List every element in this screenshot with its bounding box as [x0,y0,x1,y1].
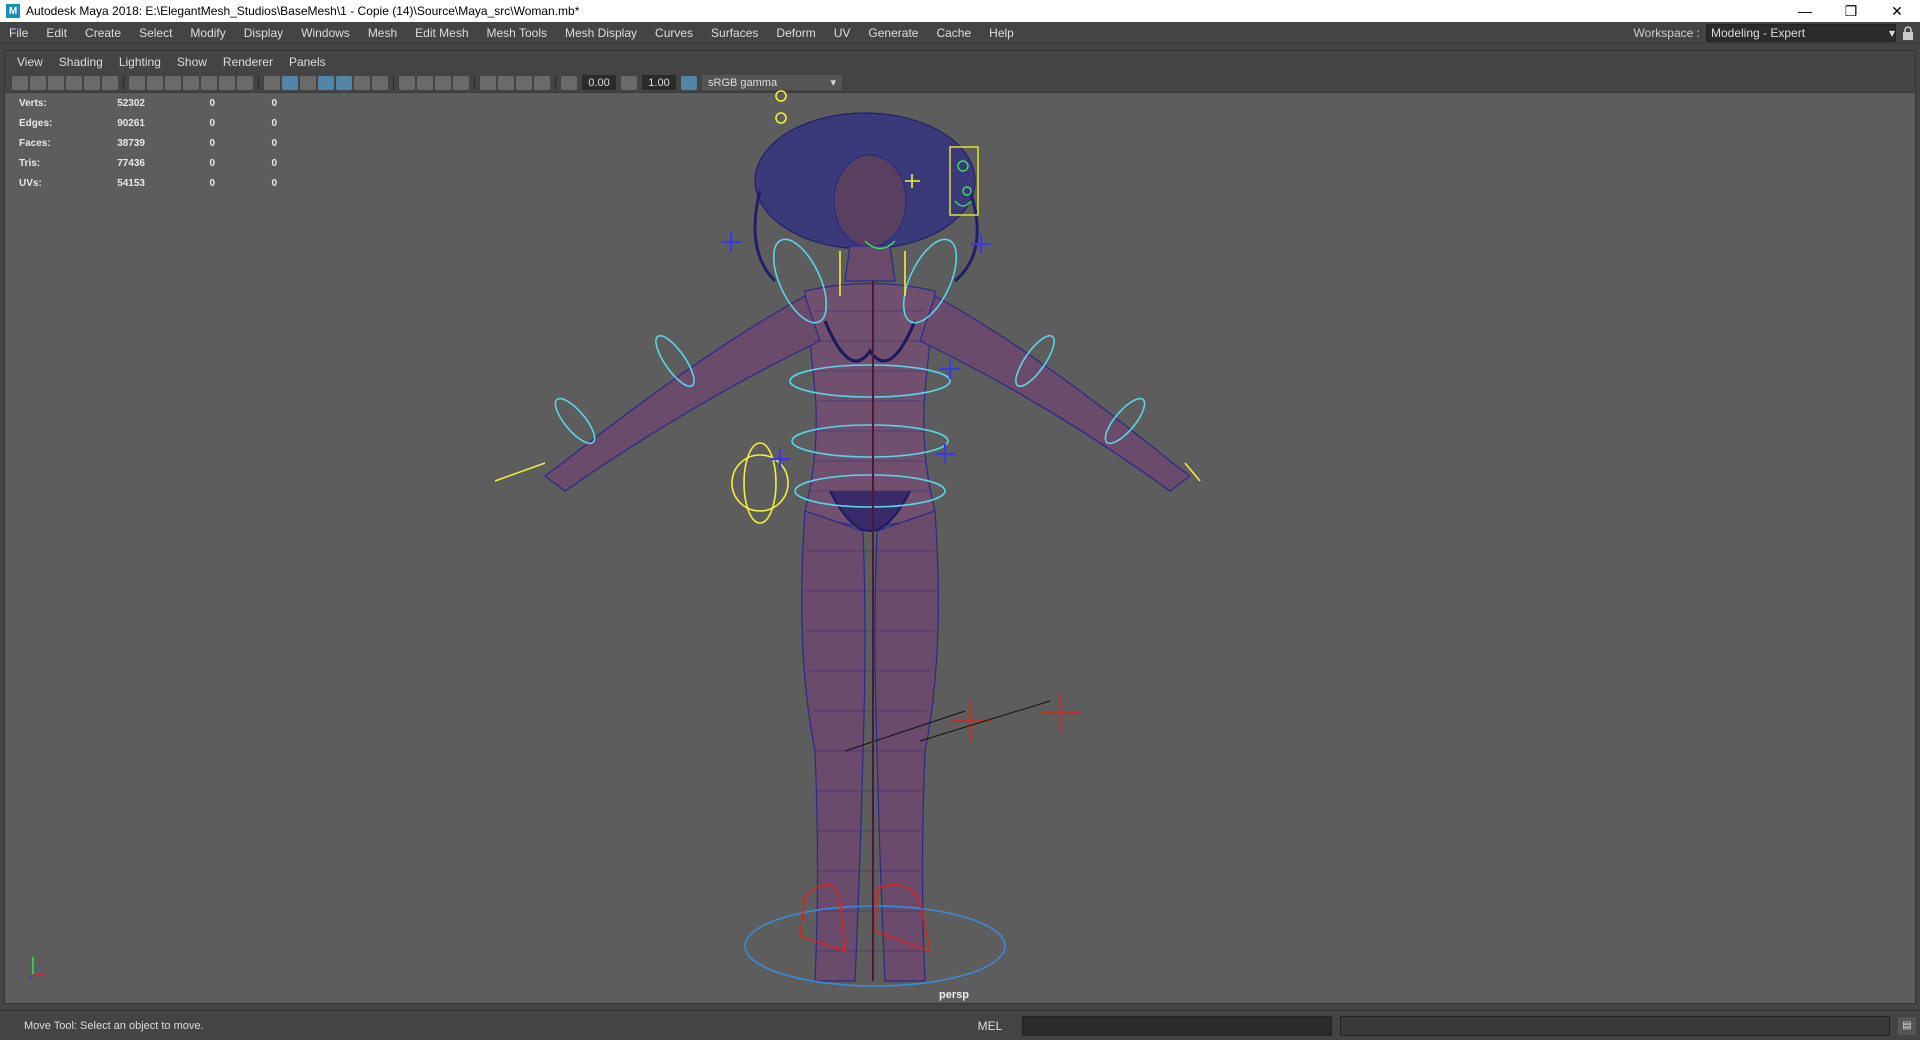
camera-name-label: persp [939,989,969,1001]
menu-deform[interactable]: Deform [767,26,824,40]
status-bar: Move Tool: Select an object to move. MEL… [0,1010,1920,1040]
menu-windows[interactable]: Windows [292,26,359,40]
menu-curves[interactable]: Curves [646,26,702,40]
hud-value: 0 [271,137,277,149]
workspace-selector: Workspace : Modeling - Expert ▾ [1634,22,1920,44]
menu-uv[interactable]: UV [825,26,860,40]
hud-label: Tris: [19,157,41,169]
command-result-field [1340,1015,1890,1036]
view-axis-icon [25,951,55,984]
right-leg-mesh [874,510,939,982]
hud-value: 0 [271,177,277,189]
hud-value: 77436 [117,157,145,169]
head-mesh [833,154,907,248]
menu-generate[interactable]: Generate [859,26,927,40]
workspace-dropdown[interactable]: Modeling - Expert ▾ [1706,24,1896,42]
hud-row-verts: Verts: 52302 0 0 [19,93,277,113]
hud-value: 0 [209,97,215,109]
hud-value: 38739 [117,137,145,149]
close-button[interactable]: ✕ [1874,0,1920,22]
help-line-message: Move Tool: Select an object to move. [24,1019,204,1032]
menu-mesh[interactable]: Mesh [359,26,406,40]
minimize-button[interactable]: — [1782,0,1828,22]
hud-label: Verts: [19,97,47,109]
chevron-down-icon: ▾ [1888,26,1895,40]
menu-help[interactable]: Help [980,26,1023,40]
menu-edit[interactable]: Edit [37,26,76,40]
hud-value: 0 [271,117,277,129]
hud-label: UVs: [19,177,42,189]
lock-icon[interactable] [1896,26,1920,40]
menu-create[interactable]: Create [76,26,130,40]
mel-language-button[interactable]: MEL [960,1019,1020,1033]
hud-row-edges: Edges: 90261 0 0 [19,113,277,133]
hud-label: Faces: [19,137,51,149]
menu-surfaces[interactable]: Surfaces [702,26,767,40]
hud-label: Edges: [19,117,53,129]
hud-value: 0 [271,97,277,109]
hud-row-tris: Tris: 77436 0 0 [19,153,277,173]
hud-value: 0 [209,177,215,189]
hud-row-uvs: UVs: 54153 0 0 [19,173,277,193]
hud-value: 90261 [117,117,145,129]
hud-value: 0 [209,137,215,149]
workspace-value: Modeling - Expert [1711,26,1806,40]
script-editor-icon[interactable]: ▤ [1898,1016,1916,1035]
hud-value: 0 [271,157,277,169]
window-titlebar: M Autodesk Maya 2018: E:\ElegantMesh_Stu… [0,0,1920,22]
menu-edit-mesh[interactable]: Edit Mesh [406,26,477,40]
main-menubar: File Edit Create Select Modify Display W… [0,22,1920,44]
maximize-button[interactable]: ❐ [1828,0,1874,22]
menu-mesh-tools[interactable]: Mesh Tools [478,26,556,40]
hud-row-faces: Faces: 38739 0 0 [19,133,277,153]
poly-count-hud: Verts: 52302 0 0 Edges: 90261 0 0 Faces:… [19,93,277,193]
hud-value: 54153 [117,177,145,189]
menu-select[interactable]: Select [130,26,181,40]
menu-cache[interactable]: Cache [927,26,980,40]
hud-value: 52302 [117,97,145,109]
menu-mesh-display[interactable]: Mesh Display [556,26,646,40]
command-line-input[interactable] [1022,1015,1332,1036]
maya-app-icon: M [6,4,20,18]
menu-modify[interactable]: Modify [181,26,234,40]
menu-file[interactable]: File [0,26,37,40]
menu-display[interactable]: Display [235,26,292,40]
right-arm-mesh [919,295,1191,492]
perspective-viewport[interactable]: View Shading Lighting Show Renderer Pane… [4,50,1916,1004]
hud-value: 0 [209,157,215,169]
scene-canvas[interactable] [5,51,1916,1004]
hud-value: 0 [209,117,215,129]
torso-mesh [804,282,936,527]
workspace-label: Workspace : [1633,26,1700,40]
window-title: Autodesk Maya 2018: E:\ElegantMesh_Studi… [26,4,580,18]
